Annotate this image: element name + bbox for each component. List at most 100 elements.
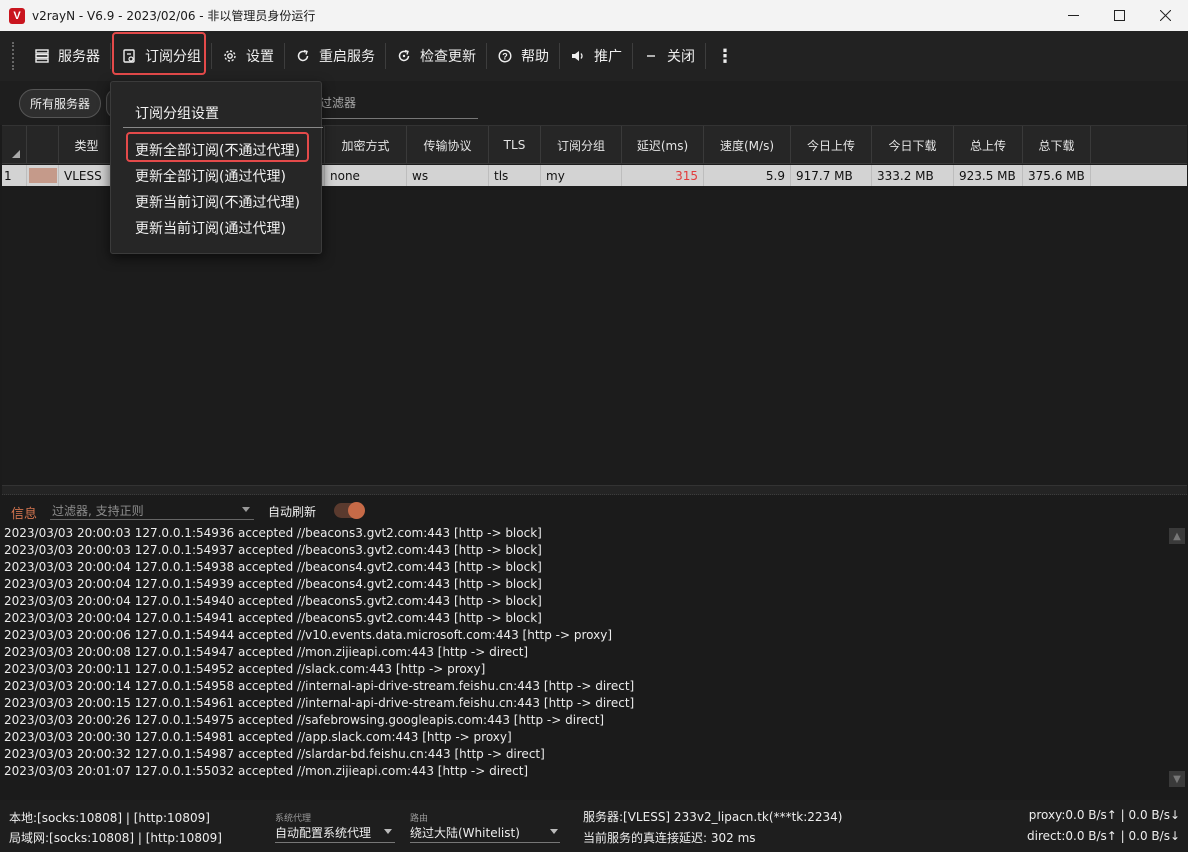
menu-item-update-current-no-proxy[interactable]: 更新当前订阅(不通过代理) xyxy=(135,192,300,212)
chevron-down-icon[interactable] xyxy=(384,829,392,834)
log-line: 2023/03/03 20:00:14 127.0.0.1:54958 acce… xyxy=(4,679,635,693)
row-total-up: 923.5 MB xyxy=(954,165,1023,186)
settings-label: 设置 xyxy=(246,49,274,65)
col-today-down-header[interactable]: 今日下载 xyxy=(872,126,954,164)
panel-splitter[interactable] xyxy=(2,485,1187,495)
svg-text:?: ? xyxy=(502,52,508,62)
log-tab-info[interactable]: 信息 xyxy=(11,503,37,522)
menu-separator xyxy=(123,127,323,128)
scroll-down-icon[interactable]: ▼ xyxy=(1169,771,1185,787)
close-app-label: 关闭 xyxy=(667,49,695,65)
update-icon xyxy=(396,48,412,64)
subscription-group-menu: 订阅分组设置 更新全部订阅(不通过代理) 更新全部订阅(通过代理) 更新当前订阅… xyxy=(110,81,323,254)
row-speed: 5.9 xyxy=(704,165,791,186)
help-label: 帮助 xyxy=(521,49,549,65)
scroll-up-icon[interactable]: ▲ xyxy=(1169,528,1185,544)
col-today-up-header[interactable]: 今日上传 xyxy=(791,126,872,164)
system-proxy-label: 系统代理 xyxy=(275,814,312,824)
log-line: 2023/03/03 20:00:04 127.0.0.1:54940 acce… xyxy=(4,594,542,608)
col-tls-header[interactable]: TLS xyxy=(489,126,541,164)
routing-select[interactable]: 绕过大陆(Whitelist) xyxy=(410,824,520,841)
toggle-knob xyxy=(348,502,365,519)
col-group-header[interactable]: 订阅分组 xyxy=(541,126,622,164)
col-network-header[interactable]: 传输协议 xyxy=(407,126,489,164)
close-window-button[interactable] xyxy=(1142,0,1188,31)
row-index: 1 xyxy=(2,165,27,186)
chevron-down-icon[interactable] xyxy=(550,829,558,834)
help-button[interactable]: ? 帮助 xyxy=(487,31,559,81)
v2rayn-logo-icon: V xyxy=(9,7,25,24)
row-network: ws xyxy=(407,165,489,186)
direct-speed: direct:0.0 B/s↑ | 0.0 B/s↓ xyxy=(1027,829,1180,843)
restart-service-label: 重启服务 xyxy=(319,49,375,65)
settings-button[interactable]: 设置 xyxy=(212,31,284,81)
col-latency-header[interactable]: 延迟(ms) xyxy=(622,126,704,164)
all-servers-chip[interactable]: 所有服务器 xyxy=(19,89,102,118)
menu-item-update-current-via-proxy[interactable]: 更新当前订阅(通过代理) xyxy=(135,218,286,238)
col-security-header[interactable]: 加密方式 xyxy=(325,126,407,164)
server-filter-input[interactable] xyxy=(320,118,478,119)
log-line: 2023/03/03 20:00:11 127.0.0.1:54952 acce… xyxy=(4,662,486,676)
current-delay: 当前服务的真连接延迟: 302 ms xyxy=(583,831,756,845)
row-today-down: 333.2 MB xyxy=(872,165,954,186)
servers-label: 服务器 xyxy=(58,49,100,65)
window-title: v2rayN - V6.9 - 2023/02/06 - 非以管理员身份运行 xyxy=(32,9,316,23)
minimize-icon xyxy=(1067,15,1079,16)
minus-icon xyxy=(643,48,659,64)
menu-item-update-all-via-proxy[interactable]: 更新全部订阅(通过代理) xyxy=(135,166,286,186)
row-total-down: 375.6 MB xyxy=(1023,165,1091,186)
help-icon: ? xyxy=(497,48,513,64)
chevron-down-icon[interactable] xyxy=(242,507,250,512)
col-total-up-header[interactable]: 总上传 xyxy=(954,126,1023,164)
row-type: VLESS xyxy=(59,165,115,186)
row-group: my xyxy=(541,165,622,186)
auto-refresh-toggle[interactable] xyxy=(334,502,365,519)
col-type-header[interactable]: 类型 xyxy=(59,126,115,164)
promotion-label: 推广 xyxy=(594,49,622,65)
current-server: 服务器:[VLESS] 233v2_lipacn.tk(***tk:2234) xyxy=(583,810,843,824)
subscription-group-highlight xyxy=(112,32,206,75)
servers-button[interactable]: 服务器 xyxy=(24,31,110,81)
log-line: 2023/03/03 20:00:26 127.0.0.1:54975 acce… xyxy=(4,713,605,727)
log-toolbar: 信息 过滤器, 支持正则 自动刷新 xyxy=(0,495,1188,525)
log-line: 2023/03/03 20:01:07 127.0.0.1:55032 acce… xyxy=(4,764,529,778)
system-proxy-underline xyxy=(275,842,395,843)
select-all-header[interactable] xyxy=(2,126,27,164)
system-proxy-select[interactable]: 自动配置系统代理 xyxy=(275,824,371,841)
col-total-down-header[interactable]: 总下载 xyxy=(1023,126,1091,164)
row-tls: tls xyxy=(489,165,541,186)
check-update-button[interactable]: 检查更新 xyxy=(386,31,486,81)
log-line: 2023/03/03 20:00:08 127.0.0.1:54947 acce… xyxy=(4,645,529,659)
log-line: 2023/03/03 20:00:32 127.0.0.1:54987 acce… xyxy=(4,747,545,761)
gear-icon xyxy=(222,48,238,64)
log-output: 2023/03/03 20:00:03 127.0.0.1:54936 acce… xyxy=(0,525,1166,781)
log-line: 2023/03/03 20:00:03 127.0.0.1:54937 acce… xyxy=(4,543,542,557)
routing-underline xyxy=(410,842,560,843)
log-line: 2023/03/03 20:00:04 127.0.0.1:54941 acce… xyxy=(4,611,542,625)
promotion-button[interactable]: 推广 xyxy=(560,31,632,81)
log-scrollbar[interactable]: ▲ ▼ xyxy=(1168,525,1186,795)
close-app-button[interactable]: 关闭 xyxy=(633,31,705,81)
restart-service-button[interactable]: 重启服务 xyxy=(285,31,385,81)
sort-corner-icon xyxy=(12,150,20,158)
log-line: 2023/03/03 20:00:06 127.0.0.1:54944 acce… xyxy=(4,628,613,642)
speaker-icon xyxy=(570,48,586,64)
row-today-up: 917.7 MB xyxy=(791,165,872,186)
server-icon xyxy=(34,48,50,64)
row-color xyxy=(27,165,59,186)
col-color-header[interactable] xyxy=(27,126,59,164)
row-latency: 315 xyxy=(622,165,704,186)
main-toolbar: 服务器 订阅分组 设置 重启服务 检查更新 ? 帮助 推广 关闭 ⋮ xyxy=(0,31,1188,81)
proxy-speed: proxy:0.0 B/s↑ | 0.0 B/s↓ xyxy=(1028,808,1180,822)
status-bar: 本地:[socks:10808] | [http:10809] 局域网:[soc… xyxy=(0,800,1188,852)
more-options-icon[interactable]: ⋮ xyxy=(706,46,744,67)
minimize-button[interactable] xyxy=(1050,0,1096,31)
check-update-label: 检查更新 xyxy=(420,49,476,65)
col-speed-header[interactable]: 速度(M/s) xyxy=(704,126,791,164)
maximize-button[interactable] xyxy=(1096,0,1142,31)
log-line: 2023/03/03 20:00:03 127.0.0.1:54936 acce… xyxy=(4,526,542,540)
menu-item-subscription-settings[interactable]: 订阅分组设置 xyxy=(135,103,219,123)
routing-label: 路由 xyxy=(410,814,429,824)
log-filter-input[interactable]: 过滤器, 支持正则 xyxy=(52,502,144,519)
log-filter-underline xyxy=(50,519,254,520)
